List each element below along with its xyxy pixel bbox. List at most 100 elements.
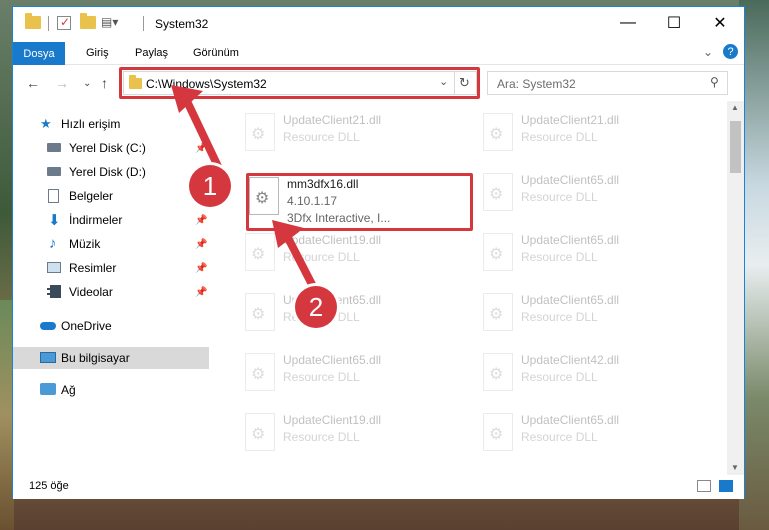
file-name: UpdateClient65.dll [283, 353, 382, 367]
recent-locations-chevron-icon[interactable]: ⌄ [83, 78, 91, 89]
up-arrow-icon[interactable]: ↑ [101, 75, 108, 91]
forward-arrow-icon[interactable]: → [55, 75, 69, 91]
nav-label: Yerel Disk (D:) [69, 165, 146, 179]
dll-file-icon [483, 353, 513, 391]
nav-item-network[interactable]: Ağ [13, 379, 209, 401]
nav-item-music[interactable]: ♪ Müzik 📌 [13, 233, 209, 255]
file-item[interactable]: UpdateClient65.dll Resource DLL [233, 345, 457, 403]
dll-file-icon [483, 293, 513, 331]
nav-label: OneDrive [61, 319, 112, 333]
file-name: UpdateClient21.dll [283, 113, 382, 127]
back-arrow-icon[interactable]: ← [26, 75, 40, 91]
nav-label: Hızlı erişim [61, 117, 121, 131]
tab-view[interactable]: Görünüm [193, 47, 239, 59]
pin-icon[interactable]: 📌 [195, 287, 207, 298]
file-item[interactable]: UpdateClient65.dll Resource DLL [471, 225, 695, 283]
address-row: ← → ⌄ ↑ C:\Windows\System32 ⌄ ↻ Ara: Sys… [13, 65, 744, 101]
file-item[interactable]: UpdateClient21.dll Resource DLL [471, 105, 695, 163]
scrollbar-thumb[interactable] [730, 121, 741, 173]
picture-icon [47, 262, 61, 273]
nav-item-pictures[interactable]: Resimler 📌 [13, 257, 209, 279]
pin-icon[interactable]: 📌 [195, 239, 207, 250]
file-name: UpdateClient21.dll [521, 113, 620, 127]
file-name: UpdateClient65.dll [521, 413, 620, 427]
file-name: UpdateClient65.dll [521, 293, 620, 307]
pin-icon[interactable]: 📌 [195, 215, 207, 226]
file-item[interactable]: UpdateClient19.dll Resource DLL [233, 405, 457, 463]
file-name: UpdateClient65.dll [521, 173, 620, 187]
nav-item-downloads[interactable]: ⬇ İndirmeler 📌 [13, 209, 209, 231]
separator [143, 16, 144, 31]
dll-file-icon [245, 353, 275, 391]
large-icons-view-icon[interactable] [719, 480, 733, 492]
file-name: UpdateClient19.dll [283, 413, 382, 427]
nav-label: Müzik [69, 237, 101, 251]
file-name: UpdateClient65.dll [521, 233, 620, 247]
status-bar: 125 öğe [13, 475, 744, 499]
file-description: Resource DLL [521, 430, 598, 444]
nav-label: Bu bilgisayar [61, 351, 130, 365]
new-folder-icon[interactable] [80, 13, 96, 29]
drive-icon [47, 143, 61, 152]
callout-badge-2: 2 [295, 286, 337, 328]
search-input[interactable]: Ara: System32 [497, 77, 576, 91]
vertical-scrollbar[interactable]: ▲ ▼ [727, 101, 744, 475]
nav-label: Belgeler [69, 189, 114, 203]
file-item[interactable]: UpdateClient65.dll Resource DLL [471, 165, 695, 223]
drive-icon [47, 167, 61, 176]
file-name: UpdateClient42.dll [521, 353, 620, 367]
file-item[interactable]: UpdateClient21.dll Resource DLL [233, 105, 457, 163]
file-description: Resource DLL [521, 130, 598, 144]
nav-label: Videolar [69, 285, 113, 299]
help-icon[interactable]: ? [723, 44, 738, 59]
network-icon [40, 383, 56, 395]
separator [48, 16, 49, 31]
search-icon[interactable]: ⚲ [710, 75, 719, 89]
nav-label: Resimler [69, 261, 117, 275]
file-description: Resource DLL [283, 130, 360, 144]
nav-item-documents[interactable]: Belgeler 📌 [13, 185, 209, 207]
video-icon [47, 285, 61, 298]
tab-home[interactable]: Giriş [86, 47, 109, 59]
dll-file-icon [483, 173, 513, 211]
close-button[interactable]: ✕ [697, 7, 743, 39]
file-item[interactable]: UpdateClient65.dll Resource DLL [471, 405, 695, 463]
tab-file[interactable]: Dosya [13, 42, 65, 65]
file-item[interactable]: UpdateClient65.dll Resource DLL [471, 285, 695, 343]
item-count: 125 öğe [29, 480, 69, 492]
download-icon: ⬇ [48, 212, 61, 229]
maximize-button[interactable]: ☐ [651, 7, 697, 39]
scroll-up-icon[interactable]: ▲ [731, 103, 739, 112]
document-icon [48, 189, 59, 203]
nav-item-onedrive[interactable]: OneDrive [13, 315, 209, 337]
dll-file-icon [245, 413, 275, 451]
pin-icon[interactable]: 📌 [195, 263, 207, 274]
customize-quick-access-icon[interactable]: ▤▾ [101, 15, 118, 29]
computer-icon [40, 352, 56, 363]
music-icon: ♪ [49, 235, 57, 252]
nav-label: Yerel Disk (C:) [69, 141, 146, 155]
file-item[interactable]: UpdateClient65.dll Resource DLL [233, 285, 457, 343]
dll-file-icon [483, 413, 513, 451]
folder-icon [25, 13, 41, 29]
tab-share[interactable]: Paylaş [135, 47, 168, 59]
file-item[interactable]: UpdateClient42.dll Resource DLL [471, 345, 695, 403]
minimize-button[interactable]: — [605, 7, 651, 39]
dll-file-icon [483, 113, 513, 151]
search-box[interactable]: Ara: System32 ⚲ [487, 71, 728, 95]
file-item[interactable]: UpdateClient19.dll Resource DLL [233, 225, 457, 283]
cloud-icon [40, 322, 56, 330]
ribbon-expand-icon[interactable]: ⌄ [703, 45, 713, 59]
dll-file-icon [483, 233, 513, 271]
details-view-icon[interactable] [697, 480, 711, 492]
properties-icon[interactable]: ✓ [57, 15, 71, 30]
callout-badge-1: 1 [189, 165, 231, 207]
file-description: Resource DLL [283, 370, 360, 384]
ribbon: Dosya Giriş Paylaş Görünüm ⌄ ? [13, 39, 744, 65]
file-description: Resource DLL [521, 190, 598, 204]
nav-item-videos[interactable]: Videolar 📌 [13, 281, 209, 303]
window-title: System32 [155, 17, 209, 31]
file-description: Resource DLL [521, 250, 598, 264]
nav-item-this-pc[interactable]: Bu bilgisayar [13, 347, 209, 369]
scroll-down-icon[interactable]: ▼ [731, 463, 739, 472]
